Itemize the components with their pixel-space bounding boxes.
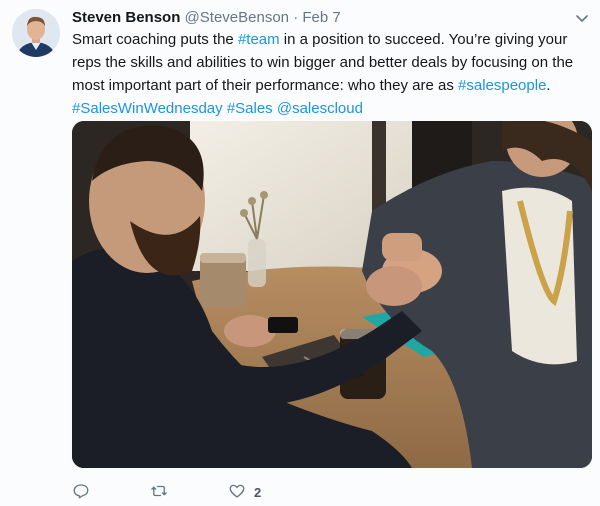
heart-icon bbox=[228, 482, 246, 503]
hashtag-saleswinwednesday[interactable]: #SalesWinWednesday bbox=[72, 100, 223, 117]
tweet-actions: 2 bbox=[72, 481, 261, 503]
tweet-header: Steven Benson @SteveBenson · Feb 7 bbox=[72, 8, 560, 28]
tweet-photo[interactable] bbox=[72, 121, 592, 468]
chevron-down-icon[interactable] bbox=[574, 10, 590, 26]
author-name[interactable]: Steven Benson bbox=[72, 9, 180, 26]
tweet-card[interactable]: Steven Benson @SteveBenson · Feb 7 Smart… bbox=[0, 0, 600, 506]
tweet-date[interactable]: Feb 7 bbox=[302, 9, 340, 26]
handshake-photo bbox=[72, 121, 592, 468]
hashtag-team[interactable]: #team bbox=[238, 31, 280, 48]
author-handle[interactable]: @SteveBenson bbox=[185, 9, 289, 26]
tweet-text-segment: . bbox=[546, 77, 551, 94]
avatar[interactable] bbox=[12, 9, 60, 57]
like-button[interactable]: 2 bbox=[228, 482, 261, 503]
hashtag-sales[interactable]: #Sales bbox=[227, 100, 273, 117]
reply-button[interactable] bbox=[72, 482, 90, 503]
mention-salescloud[interactable]: @salescloud bbox=[277, 100, 363, 117]
hashtag-salespeople[interactable]: #salespeople bbox=[458, 77, 546, 94]
retweet-button[interactable] bbox=[150, 482, 168, 503]
like-count: 2 bbox=[254, 484, 262, 500]
tweet-text-segment: Smart coaching puts the bbox=[72, 31, 238, 48]
retweet-icon bbox=[150, 482, 168, 503]
tweet-text: Smart coaching puts the #team in a posit… bbox=[72, 28, 582, 120]
separator-dot: · bbox=[293, 9, 299, 26]
reply-icon bbox=[72, 482, 90, 503]
avatar-image bbox=[12, 9, 60, 57]
